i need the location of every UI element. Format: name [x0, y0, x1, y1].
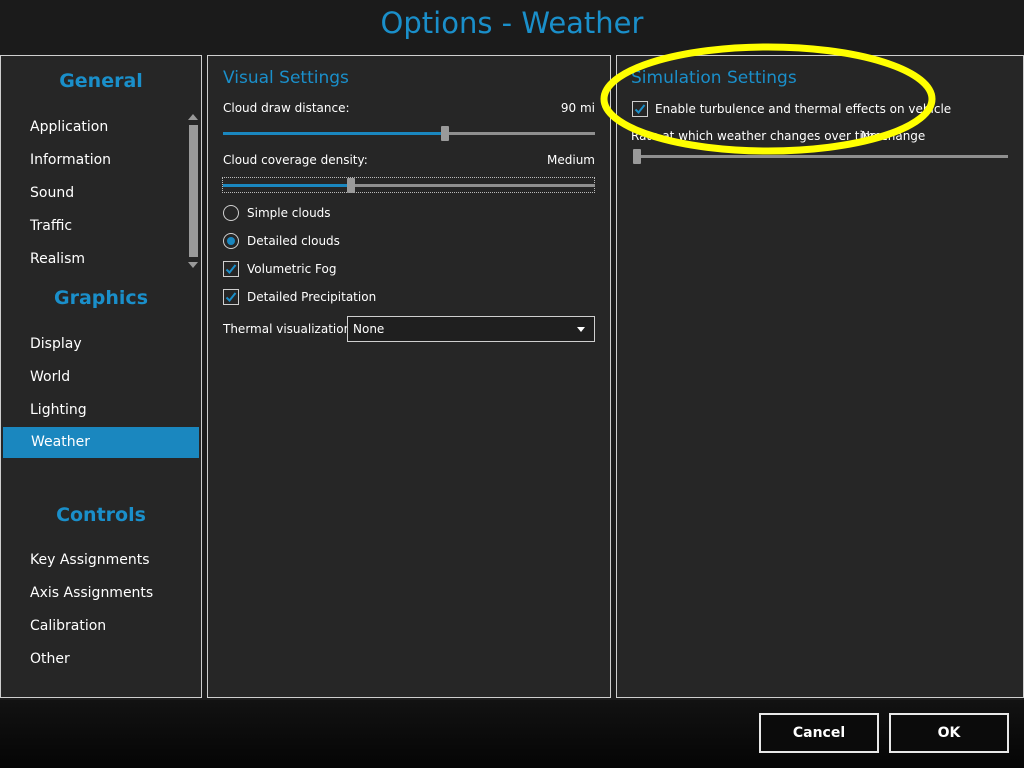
scroll-down-arrow-icon[interactable]: [188, 262, 198, 268]
cancel-button[interactable]: Cancel: [759, 713, 879, 753]
simple-clouds-radio[interactable]: [223, 205, 239, 221]
ok-button[interactable]: OK: [889, 713, 1009, 753]
detailed-precipitation-checkbox[interactable]: [223, 289, 239, 305]
title-bar: Options - Weather: [0, 0, 1024, 52]
nav-item-realism[interactable]: Realism: [30, 251, 85, 267]
slider-track: [633, 155, 1008, 158]
simulation-settings-title: Simulation Settings: [631, 68, 797, 88]
turbulence-checkbox[interactable]: [632, 101, 648, 117]
weather-change-rate-value: No change: [861, 129, 926, 143]
nav-item-traffic[interactable]: Traffic: [30, 218, 72, 234]
weather-change-rate-slider[interactable]: [633, 149, 1008, 164]
nav-item-calibration[interactable]: Calibration: [30, 618, 106, 634]
simple-clouds-label[interactable]: Simple clouds: [247, 206, 331, 220]
visual-settings-title: Visual Settings: [223, 68, 349, 88]
volumetric-fog-checkbox[interactable]: [223, 261, 239, 277]
nav-item-sound[interactable]: Sound: [30, 185, 74, 201]
weather-change-rate-label: Rate at which weather changes over time:: [631, 129, 886, 143]
detailed-clouds-radio[interactable]: [223, 233, 239, 249]
scroll-up-arrow-icon[interactable]: [188, 114, 198, 120]
nav-item-key-assignments[interactable]: Key Assignments: [30, 552, 150, 568]
nav-category-graphics: Graphics: [54, 287, 148, 309]
thermal-visualization-selected-value: None: [353, 322, 385, 336]
checkmark-icon: [225, 292, 237, 302]
checkmark-icon: [225, 264, 237, 274]
scrollbar-thumb[interactable]: [189, 125, 198, 257]
cloud-coverage-density-label: Cloud coverage density:: [223, 153, 368, 167]
cloud-draw-distance-label: Cloud draw distance:: [223, 101, 350, 115]
nav-item-information[interactable]: Information: [30, 152, 111, 168]
visual-settings-panel: [207, 55, 611, 698]
nav-item-world[interactable]: World: [30, 369, 70, 385]
thermal-visualization-dropdown[interactable]: None: [347, 316, 595, 342]
nav-category-controls: Controls: [56, 504, 146, 526]
cloud-draw-distance-slider[interactable]: [223, 126, 595, 141]
thermal-visualization-label: Thermal visualization:: [223, 322, 356, 336]
nav-item-lighting[interactable]: Lighting: [30, 402, 87, 418]
nav-item-axis-assignments[interactable]: Axis Assignments: [30, 585, 153, 601]
cloud-draw-distance-value: 90 mi: [560, 101, 595, 115]
chevron-down-icon: [577, 327, 585, 332]
cloud-coverage-density-value: Medium: [547, 153, 595, 167]
slider-thumb[interactable]: [347, 178, 355, 193]
slider-fill: [223, 184, 351, 187]
window-title: Options - Weather: [380, 6, 644, 40]
checkmark-icon: [634, 104, 646, 114]
general-scrollbar[interactable]: [188, 114, 199, 270]
nav-item-application[interactable]: Application: [30, 119, 108, 135]
nav-item-display[interactable]: Display: [30, 336, 82, 352]
detailed-precipitation-label[interactable]: Detailed Precipitation: [247, 290, 376, 304]
nav-item-weather[interactable]: Weather: [3, 427, 199, 458]
slider-thumb[interactable]: [633, 149, 641, 164]
nav-item-weather-label: Weather: [31, 434, 90, 450]
radio-dot: [227, 237, 235, 245]
volumetric-fog-label[interactable]: Volumetric Fog: [247, 262, 336, 276]
turbulence-label[interactable]: Enable turbulence and thermal effects on…: [655, 102, 951, 116]
nav-category-general: General: [59, 70, 143, 92]
slider-thumb[interactable]: [441, 126, 449, 141]
slider-fill: [223, 132, 445, 135]
detailed-clouds-label[interactable]: Detailed clouds: [247, 234, 340, 248]
nav-item-other[interactable]: Other: [30, 651, 70, 667]
cloud-coverage-density-slider[interactable]: [223, 178, 595, 193]
